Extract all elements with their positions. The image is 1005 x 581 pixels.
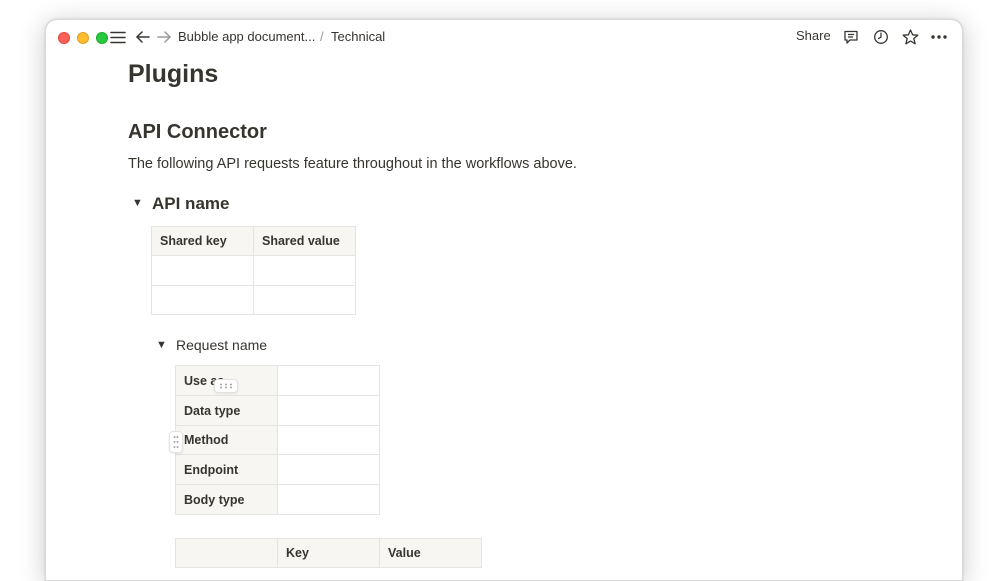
sidebar-toggle-icon[interactable]	[108, 27, 128, 47]
field-value[interactable]	[277, 365, 380, 396]
section-description: The following API requests feature throu…	[128, 156, 577, 172]
app-window: Bubble app document... / Technical Share…	[45, 19, 963, 581]
close-window-button[interactable]	[58, 32, 70, 44]
row-drag-handle[interactable]	[169, 431, 183, 453]
more-options-icon[interactable]	[929, 27, 949, 47]
table-header-cell	[175, 538, 278, 568]
breadcrumb-current[interactable]: Technical	[331, 29, 385, 44]
field-label: Data type	[175, 395, 278, 426]
field-value[interactable]	[277, 395, 380, 426]
page-title: Plugins	[128, 60, 219, 88]
breadcrumb-separator: /	[320, 29, 324, 44]
request-fields-table: Use as Data type Method Endpoint Body ty…	[175, 365, 380, 515]
table-cell[interactable]	[151, 255, 254, 286]
zoom-window-button[interactable]	[96, 32, 108, 44]
shared-keys-table: Shared key Shared value	[151, 226, 356, 315]
comment-icon[interactable]	[841, 27, 861, 47]
field-label: Method	[175, 425, 278, 455]
back-arrow-icon[interactable]	[133, 27, 153, 47]
key-value-table: Key Value	[175, 538, 482, 568]
table-cell[interactable]	[253, 285, 356, 315]
request-toggle-arrow[interactable]: ▼	[156, 339, 167, 351]
table-cell[interactable]	[253, 255, 356, 286]
share-button[interactable]: Share	[796, 28, 831, 43]
api-toggle-heading: API name	[152, 194, 230, 213]
request-toggle-heading: Request name	[176, 337, 268, 353]
table-header-cell: Value	[379, 538, 482, 568]
history-clock-icon[interactable]	[871, 27, 891, 47]
field-label: Body type	[175, 484, 278, 515]
field-label: Endpoint	[175, 454, 278, 485]
table-header-cell: Shared key	[151, 226, 254, 256]
api-toggle-arrow[interactable]: ▼	[132, 197, 143, 209]
field-value[interactable]	[277, 425, 380, 455]
table-header-cell: Shared value	[253, 226, 356, 256]
minimize-window-button[interactable]	[77, 32, 89, 44]
field-value[interactable]	[277, 454, 380, 485]
title-bar: Bubble app document... / Technical Share	[46, 20, 962, 54]
favorite-star-icon[interactable]	[900, 27, 920, 47]
field-value[interactable]	[277, 484, 380, 515]
forward-arrow-icon[interactable]	[154, 27, 174, 47]
table-header-cell: Key	[277, 538, 380, 568]
section-heading: API Connector	[128, 121, 267, 143]
column-drag-handle[interactable]	[214, 379, 238, 393]
breadcrumb-parent[interactable]: Bubble app document...	[178, 29, 315, 44]
table-cell[interactable]	[151, 285, 254, 315]
